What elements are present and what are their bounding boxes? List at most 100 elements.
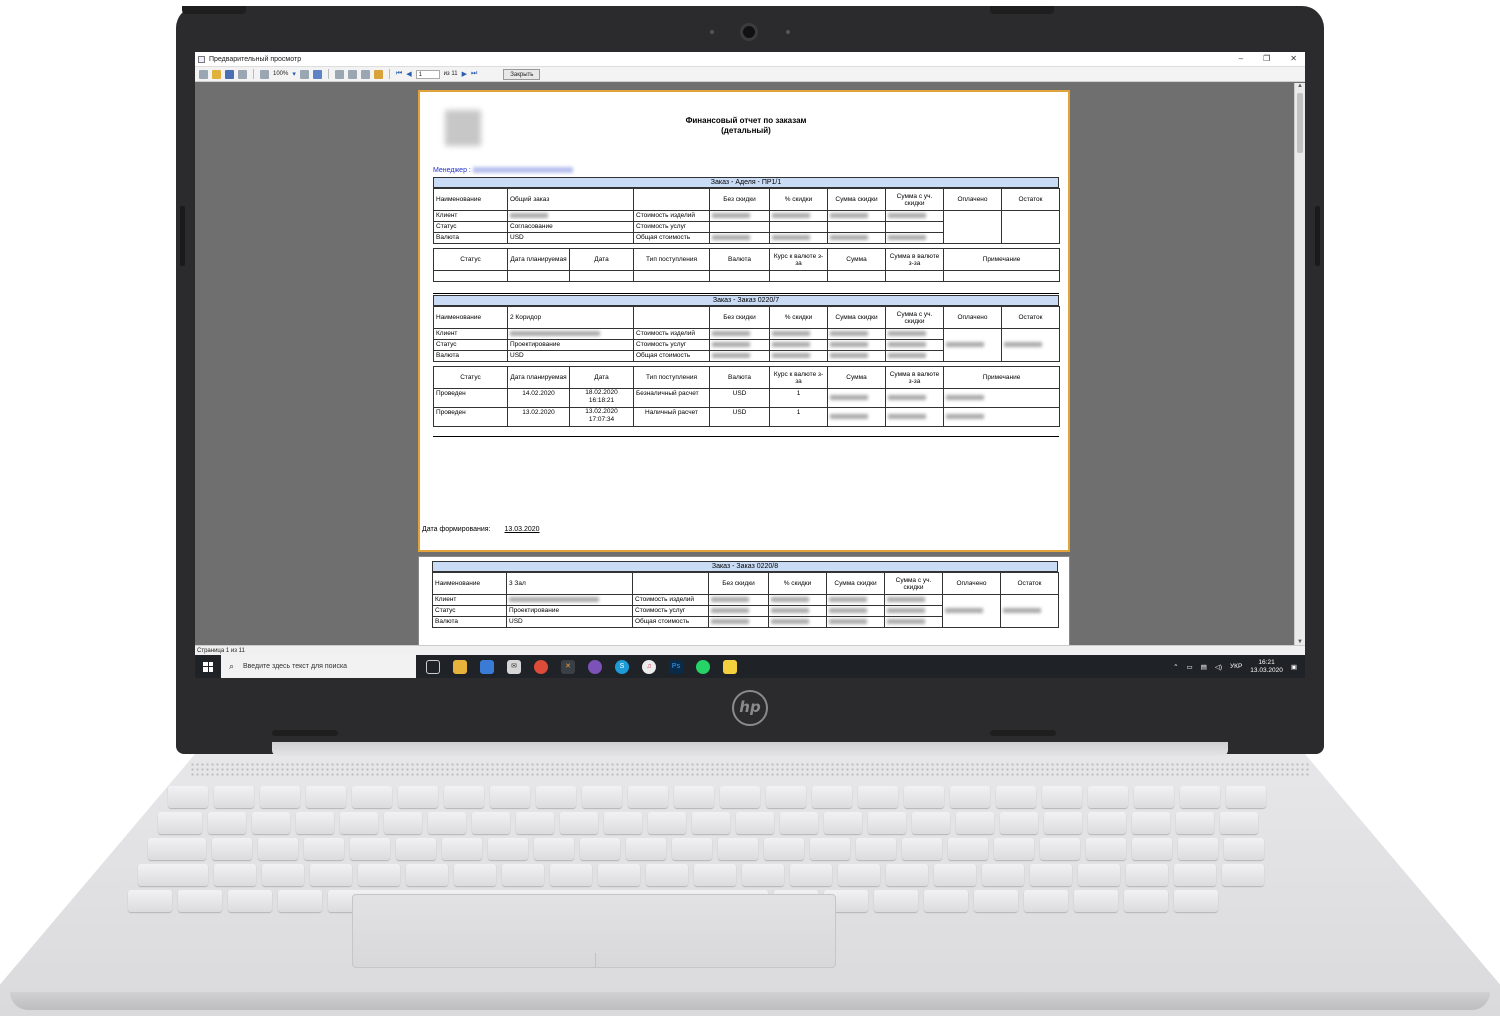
pay-col-header: Дата планируемая bbox=[507, 248, 570, 271]
clock-date: 13.03.2020 bbox=[1250, 666, 1283, 674]
whatsapp-icon[interactable] bbox=[696, 659, 710, 674]
redacted-value bbox=[510, 330, 600, 336]
language-indicator[interactable]: УКР bbox=[1230, 663, 1242, 670]
system-tray: ⌃ ▭ ▤ ◁) УКР 16:21 13.03.2020 ▣ bbox=[1173, 655, 1297, 678]
print-icon[interactable] bbox=[199, 69, 208, 79]
active-app-icon[interactable]: ✕ bbox=[561, 659, 575, 674]
key bbox=[1178, 838, 1218, 860]
taskbar-search-input[interactable]: ⌕ Введите здесь текст для поиска bbox=[221, 655, 416, 678]
open-icon[interactable] bbox=[212, 69, 221, 79]
prev-page-icon[interactable]: ◀ bbox=[406, 70, 411, 78]
manager-name-redacted[interactable] bbox=[472, 167, 573, 174]
first-page-icon[interactable]: ⏮ bbox=[396, 70, 402, 78]
order-name: 2 Коридор bbox=[507, 306, 634, 329]
scroll-up-icon[interactable]: ▲ bbox=[1297, 83, 1303, 89]
zoom-select[interactable]: 100% bbox=[273, 71, 288, 77]
close-window-button[interactable]: ✕ bbox=[1290, 54, 1297, 63]
redacted-value bbox=[712, 234, 750, 240]
vertical-scrollbar[interactable]: ▲ ▼ bbox=[1294, 83, 1305, 645]
base-front-edge bbox=[10, 992, 1490, 1010]
zoom-dropdown-icon[interactable]: ▾ bbox=[292, 70, 296, 78]
order-header-bar: Заказ - Заказ 0220/7 bbox=[433, 295, 1059, 306]
order-name: Общий заказ bbox=[507, 188, 634, 211]
key bbox=[278, 890, 322, 912]
one-page-icon[interactable] bbox=[334, 69, 344, 79]
order-header-bar: Заказ - Заказ 0220/8 bbox=[432, 561, 1058, 572]
pay-col-header: Дата планируемая bbox=[507, 366, 570, 389]
window-controls: – ❐ ✕ bbox=[1239, 54, 1297, 63]
value-cell bbox=[768, 605, 827, 617]
key bbox=[1124, 890, 1168, 912]
itunes-icon[interactable]: ♫ bbox=[642, 659, 656, 674]
scroll-thumb[interactable] bbox=[1297, 93, 1303, 153]
chrome-icon[interactable] bbox=[534, 659, 548, 674]
photoshop-icon[interactable]: Ps bbox=[669, 659, 683, 674]
payment-planned-date: 14.02.2020 bbox=[507, 388, 570, 408]
volume-icon[interactable]: ◁) bbox=[1215, 663, 1222, 671]
key bbox=[550, 864, 592, 886]
store-icon[interactable] bbox=[480, 659, 494, 674]
sticky-notes-icon[interactable] bbox=[723, 659, 737, 674]
touchpad bbox=[352, 894, 836, 968]
tray-chevron-icon[interactable]: ⌃ bbox=[1173, 663, 1178, 671]
col-header: Остаток bbox=[1001, 188, 1060, 211]
edit-icon[interactable] bbox=[373, 69, 383, 79]
mail-icon[interactable]: ✉ bbox=[507, 659, 521, 674]
save-icon[interactable] bbox=[225, 69, 234, 79]
value-cell bbox=[769, 232, 828, 244]
col-header: Остаток bbox=[1001, 306, 1060, 329]
client-value bbox=[507, 210, 634, 222]
redacted-value bbox=[1003, 607, 1041, 613]
label-client: Клиент bbox=[432, 594, 507, 606]
viber-icon[interactable] bbox=[588, 659, 602, 674]
battery-icon[interactable]: ▭ bbox=[1187, 663, 1193, 671]
key bbox=[1024, 890, 1068, 912]
last-page-icon[interactable]: ⏭ bbox=[471, 70, 477, 78]
key bbox=[560, 812, 598, 834]
col-header: % скидки bbox=[768, 572, 827, 595]
redacted-value bbox=[887, 618, 925, 624]
zoom-icon[interactable] bbox=[260, 69, 269, 79]
status-value: Согласование bbox=[507, 221, 634, 233]
skype-icon[interactable]: S bbox=[615, 659, 629, 674]
close-preview-button[interactable]: Закрыть bbox=[503, 68, 541, 80]
order-name: 3 Зал bbox=[506, 572, 633, 595]
network-icon[interactable]: ▤ bbox=[1201, 663, 1207, 671]
find-icon[interactable] bbox=[238, 69, 247, 79]
notifications-icon[interactable]: ▣ bbox=[1291, 663, 1297, 671]
preview-area[interactable]: Финансовый отчет по заказам (детальный) … bbox=[195, 83, 1294, 645]
payment-amount bbox=[827, 407, 886, 427]
fit-page-icon[interactable] bbox=[312, 69, 322, 79]
page-number-input[interactable]: 1 bbox=[415, 69, 440, 79]
keyboard-row bbox=[148, 838, 1264, 860]
pay-col-header: Курс к валюте з-за bbox=[769, 366, 828, 389]
label-services: Стоимость услуг bbox=[633, 339, 710, 351]
maximize-button[interactable]: ❐ bbox=[1263, 54, 1270, 63]
label-services: Стоимость услуг bbox=[633, 221, 710, 233]
key bbox=[214, 786, 254, 808]
empty-cell bbox=[633, 306, 710, 329]
task-view-icon[interactable] bbox=[426, 659, 440, 674]
order-header-bar: Заказ - Аделя - ПР1/1 bbox=[433, 177, 1059, 188]
pay-col-header: Тип поступления bbox=[633, 248, 710, 271]
col-header: Без скидки bbox=[708, 572, 769, 595]
minimize-button[interactable]: – bbox=[1239, 54, 1243, 63]
two-pages-icon[interactable] bbox=[347, 69, 357, 79]
key bbox=[858, 786, 898, 808]
payment-amount bbox=[827, 388, 886, 408]
key bbox=[1220, 812, 1258, 834]
next-page-icon[interactable]: ▶ bbox=[462, 70, 467, 78]
start-button[interactable] bbox=[195, 655, 221, 678]
key bbox=[902, 838, 942, 860]
clock[interactable]: 16:21 13.03.2020 bbox=[1250, 659, 1283, 675]
key bbox=[310, 864, 352, 886]
report-page: Заказ - Заказ 0220/8 Наименование 3 Зал … bbox=[418, 556, 1070, 645]
redacted-value bbox=[945, 607, 983, 613]
page-setup-icon[interactable] bbox=[360, 69, 370, 79]
zoom-out-icon[interactable] bbox=[299, 69, 309, 79]
file-explorer-icon[interactable] bbox=[453, 659, 467, 674]
key bbox=[1174, 890, 1218, 912]
redacted-value bbox=[830, 413, 868, 419]
key bbox=[1086, 838, 1126, 860]
report-page: Финансовый отчет по заказам (детальный) … bbox=[418, 90, 1070, 552]
